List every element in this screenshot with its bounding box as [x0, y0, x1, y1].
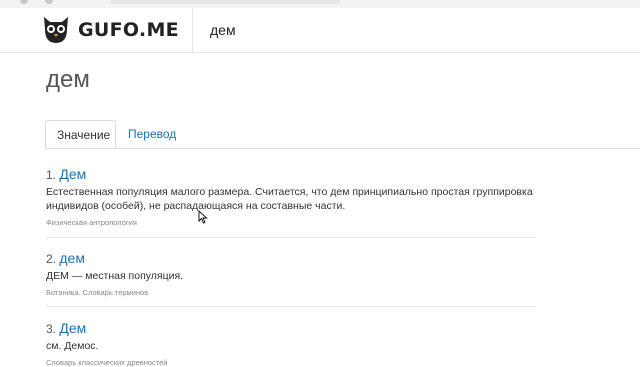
tab-bar: Значение Перевод: [45, 120, 640, 149]
entry-text: ДЕМ — местная популяция.: [46, 270, 184, 282]
entry-number: 1.: [46, 168, 57, 182]
site-header: GUFO.ME: [0, 8, 640, 53]
tab-meaning[interactable]: Значение: [45, 120, 116, 148]
reload-icon[interactable]: [45, 0, 53, 4]
site-logo[interactable]: GUFO.ME: [42, 14, 179, 46]
search-input[interactable]: [200, 14, 640, 46]
entry-word-link[interactable]: Дем: [59, 166, 86, 182]
entry-text: см. Демос.: [46, 340, 99, 352]
entry-heading: 1. Дем: [46, 166, 536, 182]
header-divider: [192, 8, 193, 52]
entry-heading: 2. дем: [46, 250, 536, 266]
definition-entry: 1. Дем Естественная популяция малого раз…: [46, 166, 536, 227]
definition-entry: 2. дем ДЕМ — местная популяция. Ботаника…: [46, 250, 536, 297]
entry-word-link[interactable]: дем: [59, 250, 85, 266]
cursor-arrow-icon: [198, 209, 208, 224]
logo-wordmark: GUFO.ME: [78, 19, 179, 41]
entry-text: Естественная популяция малого размера. С…: [46, 186, 533, 212]
entry-source: Физическая антропология: [46, 218, 137, 227]
entry-separator: [46, 237, 536, 238]
entry-number: 3.: [46, 322, 57, 336]
entry-number: 2.: [46, 252, 57, 266]
entry-separator: [46, 306, 536, 307]
entry-word-link[interactable]: Дем: [59, 320, 86, 336]
tab-translation[interactable]: Перевод: [117, 120, 187, 148]
back-icon[interactable]: [20, 0, 28, 4]
entry-source: Ботаника. Словарь терминов: [46, 288, 149, 297]
address-bar[interactable]: [110, 0, 340, 4]
page-title: дем: [46, 66, 90, 93]
owl-logo-icon: [42, 15, 70, 45]
entry-source: Словарь классических древностей: [46, 358, 168, 367]
entry-heading: 3. Дем: [46, 320, 536, 336]
